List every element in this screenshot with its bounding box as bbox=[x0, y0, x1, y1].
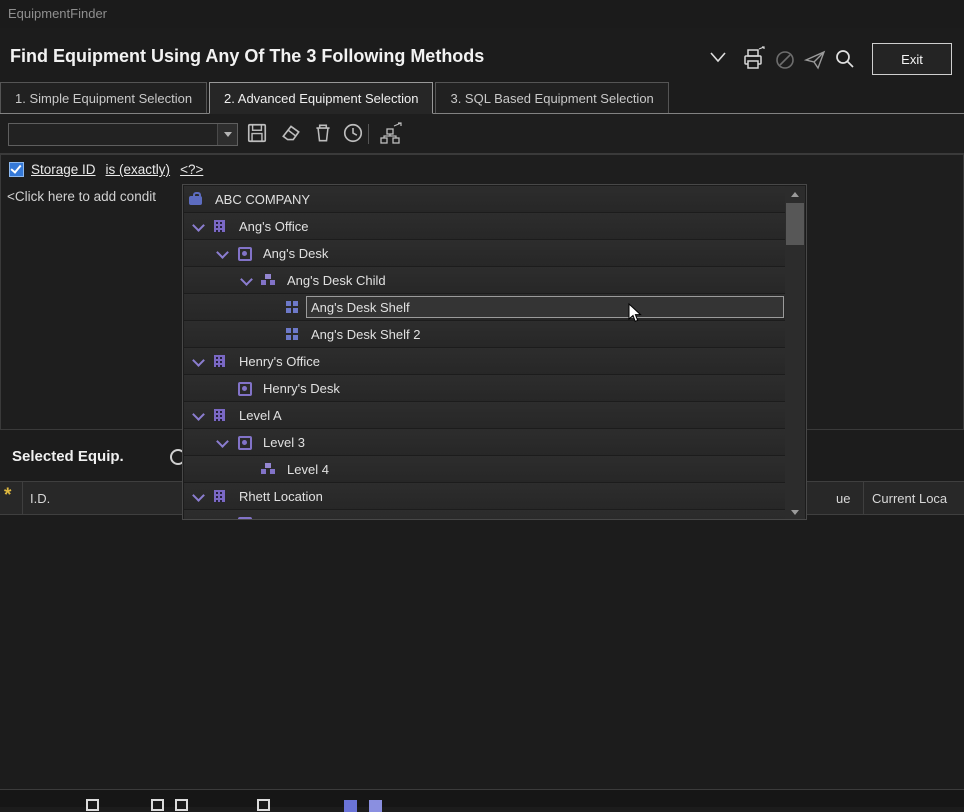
office-icon bbox=[212, 407, 228, 423]
combobox-dropdown-button[interactable] bbox=[217, 124, 237, 145]
tab-strip: 1. Simple Equipment Selection 2. Advance… bbox=[0, 82, 964, 114]
tree-item-angs-desk-shelf-2[interactable]: Ang's Desk Shelf 2 bbox=[184, 321, 786, 347]
selected-tree-item-box[interactable]: Ang's Desk Shelf bbox=[306, 296, 784, 318]
tree-item-label: Level 4 bbox=[287, 462, 329, 477]
tree-item-label: Rhett Location bbox=[239, 489, 323, 504]
scroll-up-button[interactable] bbox=[785, 186, 805, 202]
tree-rows: ABC COMPANY Ang's Office Ang's Desk Ang'… bbox=[184, 186, 786, 520]
tree-item-angs-office[interactable]: Ang's Office bbox=[184, 213, 786, 239]
column-divider bbox=[863, 482, 864, 514]
tree-item-angs-desk[interactable]: Ang's Desk bbox=[184, 240, 786, 266]
hierarchy-icon[interactable] bbox=[378, 122, 402, 146]
tree-item-level-a[interactable]: Level A bbox=[184, 402, 786, 428]
window-title: EquipmentFinder bbox=[8, 6, 107, 21]
tree-item-label: ABC COMPANY bbox=[215, 192, 310, 207]
partial-bottom-icon bbox=[344, 800, 357, 812]
chevron-down-icon[interactable] bbox=[190, 218, 206, 234]
tree-item-label: Henry's Desk bbox=[263, 381, 340, 396]
column-header-id[interactable]: I.D. bbox=[30, 491, 50, 506]
chevron-down-icon[interactable] bbox=[238, 272, 254, 288]
condition-operator-link[interactable]: is (exactly) bbox=[106, 162, 171, 177]
tree-item-label: Level 3 bbox=[263, 435, 305, 450]
tree-item-label: Ang's Desk bbox=[263, 246, 328, 261]
condition-checkbox[interactable] bbox=[9, 162, 24, 177]
title-bar: EquipmentFinder bbox=[0, 0, 964, 28]
tree-item-level-4[interactable]: Level 4 bbox=[184, 456, 786, 482]
tab-sql-equipment-selection[interactable]: 3. SQL Based Equipment Selection bbox=[435, 82, 668, 113]
chevron-down-icon[interactable] bbox=[190, 488, 206, 504]
group-icon bbox=[260, 272, 276, 288]
send-icon[interactable] bbox=[804, 49, 828, 73]
saved-filter-combobox[interactable] bbox=[8, 123, 238, 146]
popup-scrollbar[interactable] bbox=[785, 186, 805, 520]
tree-item-abc-company[interactable]: ABC COMPANY bbox=[184, 186, 786, 212]
condition-row: Storage ID is (exactly) <?> bbox=[9, 162, 213, 177]
bottom-strip bbox=[0, 789, 964, 807]
tree-item-henrys-office[interactable]: Henry's Office bbox=[184, 348, 786, 374]
tree-item-angs-desk-child[interactable]: Ang's Desk Child bbox=[184, 267, 786, 293]
tree-item-label: Level A bbox=[239, 408, 282, 423]
shelf-icon bbox=[284, 326, 300, 342]
tree-item-label: Ang's Desk Shelf 2 bbox=[311, 327, 420, 342]
column-divider bbox=[22, 482, 23, 514]
printer-icon[interactable] bbox=[740, 46, 764, 70]
office-icon bbox=[212, 218, 228, 234]
tree-item-level-3[interactable]: Level 3 bbox=[184, 429, 786, 455]
condition-toolbar bbox=[0, 114, 964, 154]
tree-item-label: Ang's Desk Child bbox=[287, 273, 386, 288]
desk-icon bbox=[236, 245, 252, 261]
desk-icon bbox=[236, 515, 252, 520]
exit-button[interactable]: Exit bbox=[872, 43, 952, 75]
partial-bottom-checkbox[interactable] bbox=[151, 799, 164, 811]
group-icon bbox=[260, 461, 276, 477]
scroll-down-button[interactable] bbox=[785, 504, 805, 520]
condition-field-link[interactable]: Storage ID bbox=[31, 162, 96, 177]
add-condition-hint[interactable]: <Click here to add condit bbox=[7, 189, 156, 204]
save-icon[interactable] bbox=[246, 122, 270, 146]
tab-simple-equipment-selection[interactable]: 1. Simple Equipment Selection bbox=[0, 82, 207, 113]
selected-equip-title: Selected Equip. bbox=[12, 448, 124, 465]
toolbar-divider bbox=[368, 124, 369, 144]
location-tree-popup: ABC COMPANY Ang's Office Ang's Desk Ang'… bbox=[182, 184, 807, 520]
chevron-down-icon[interactable] bbox=[706, 48, 730, 72]
chevron-down-icon[interactable] bbox=[190, 353, 206, 369]
office-icon bbox=[212, 488, 228, 504]
circle-slash-icon[interactable] bbox=[774, 49, 798, 73]
partial-bottom-checkbox[interactable] bbox=[86, 799, 99, 811]
column-header-current-location[interactable]: Current Loca bbox=[872, 491, 947, 506]
delete-icon[interactable] bbox=[312, 122, 336, 146]
eraser-icon[interactable] bbox=[280, 122, 304, 146]
tree-item-label: Ang's Office bbox=[239, 219, 308, 234]
column-header-value[interactable]: ue bbox=[836, 491, 850, 506]
tree-item-label: Ang's Desk Shelf bbox=[311, 300, 410, 315]
new-row-star-icon: * bbox=[4, 485, 11, 507]
tree-item-rhett-location[interactable]: Rhett Location bbox=[184, 483, 786, 509]
shelf-icon bbox=[284, 299, 300, 315]
history-icon[interactable] bbox=[342, 122, 366, 146]
tree-item-henrys-desk[interactable]: Henry's Desk bbox=[184, 375, 786, 401]
tab-advanced-equipment-selection[interactable]: 2. Advanced Equipment Selection bbox=[209, 82, 433, 114]
tree-item-label: Henry's Office bbox=[239, 354, 320, 369]
condition-value-link[interactable]: <?> bbox=[180, 162, 203, 177]
desk-icon bbox=[236, 434, 252, 450]
desk-icon bbox=[236, 380, 252, 396]
chevron-down-icon[interactable] bbox=[214, 245, 230, 261]
chevron-down-icon[interactable] bbox=[214, 434, 230, 450]
chevron-down-icon[interactable] bbox=[190, 407, 206, 423]
partial-bottom-checkbox[interactable] bbox=[257, 799, 270, 811]
search-icon[interactable] bbox=[834, 48, 858, 72]
tree-item-angs-desk-shelf[interactable]: Ang's Desk Shelf bbox=[184, 294, 786, 320]
tree-item-partial[interactable] bbox=[184, 510, 786, 520]
partial-bottom-checkbox[interactable] bbox=[175, 799, 188, 811]
office-icon bbox=[212, 353, 228, 369]
company-icon bbox=[188, 191, 204, 207]
scrollbar-thumb[interactable] bbox=[786, 203, 804, 245]
page-title: Find Equipment Using Any Of The 3 Follow… bbox=[10, 46, 484, 67]
partial-bottom-icon bbox=[369, 800, 382, 812]
